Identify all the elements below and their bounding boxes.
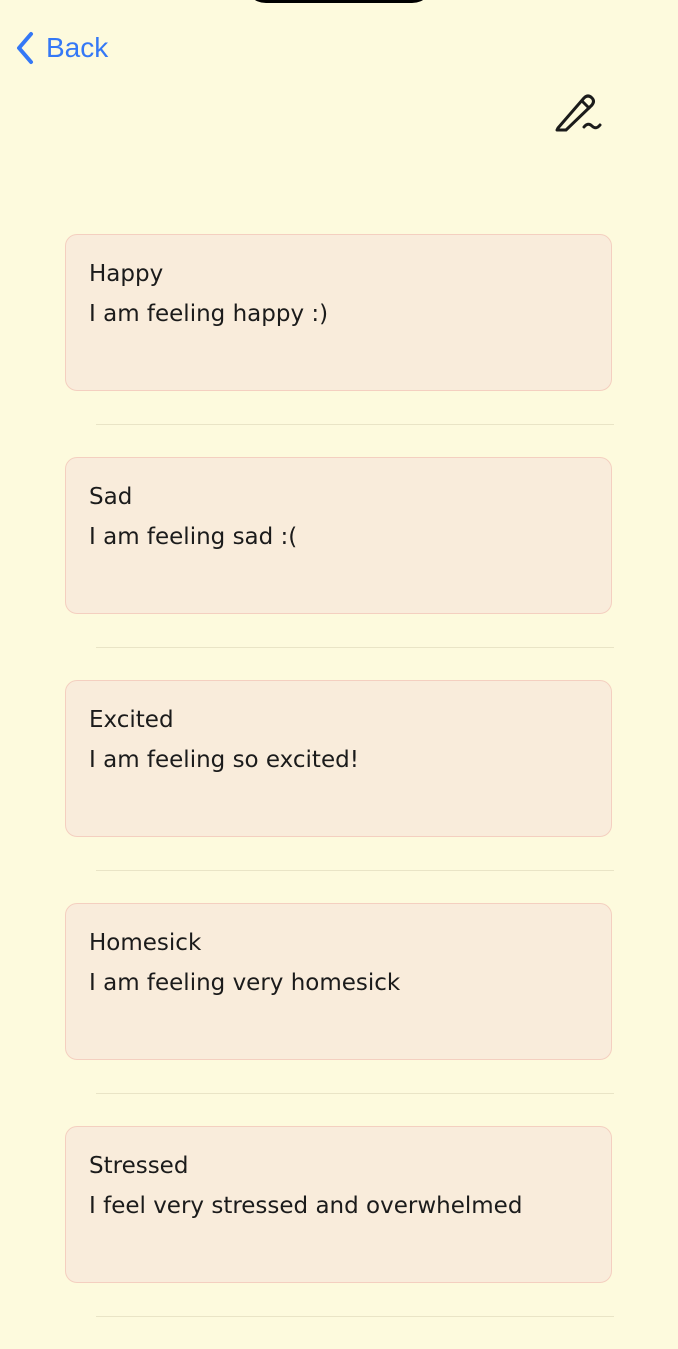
entry-text: I am feeling so excited! [89,747,359,773]
entry-title: Stressed [89,1153,189,1179]
entry-card[interactable]: Happy I am feeling happy :) [65,234,612,391]
back-label: Back [46,32,109,63]
entries-list: Happy I am feeling happy :) Sad I am fee… [0,234,678,1349]
separator [96,1093,614,1094]
entry-title: Happy [89,261,164,287]
entry-text: I am feeling happy :) [89,301,329,327]
entry-title: Homesick [89,930,202,956]
entry-card[interactable]: Stressed I feel very stressed and overwh… [65,1126,612,1283]
entry-text: I feel very stressed and overwhelmed [89,1193,523,1219]
entry-title: Sad [89,484,133,510]
entry-item: Happy I am feeling happy :) [0,234,678,457]
entry-item: Stressed I feel very stressed and overwh… [0,1126,678,1349]
entry-item: Excited I am feeling so excited! [0,680,678,903]
entry-item: Sad I am feeling sad :( [0,457,678,680]
dynamic-island [244,0,434,3]
chevron-left-icon [17,32,33,64]
entry-text: I am feeling sad :( [89,524,298,550]
entry-text: I am feeling very homesick [89,970,401,996]
separator [96,647,614,648]
entry-card[interactable]: Excited I am feeling so excited! [65,680,612,837]
entry-item: Homesick I am feeling very homesick [0,903,678,1126]
back-button[interactable]: Back [14,28,108,68]
separator [96,870,614,871]
entry-card[interactable]: Homesick I am feeling very homesick [65,903,612,1060]
entry-title: Excited [89,707,174,733]
entry-card[interactable]: Sad I am feeling sad :( [65,457,612,614]
pencil-signature-icon [555,94,602,132]
separator [96,1316,614,1317]
compose-button[interactable] [552,90,608,134]
separator [96,424,614,425]
